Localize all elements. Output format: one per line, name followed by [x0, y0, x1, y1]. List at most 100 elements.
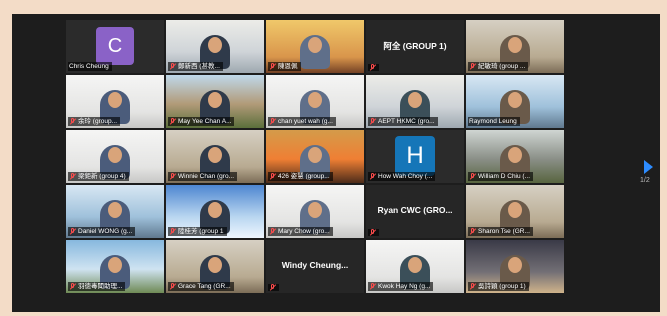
participant-tile[interactable]: Ryan CWC (GRO...: [366, 185, 464, 238]
participant-tile[interactable]: 陳恩佩: [266, 20, 364, 73]
microphone-muted-icon: [369, 229, 376, 236]
participant-name: 紀敏琦 (group ...: [478, 63, 526, 70]
participant-tile[interactable]: H How Wah Choy (...: [366, 130, 464, 183]
microphone-muted-icon: [469, 283, 476, 290]
participant-mute-label: [268, 284, 279, 291]
participant-name-label: 426 姿慧 (group...: [268, 172, 333, 181]
participant-tile[interactable]: 阿全 (GROUP 1): [366, 20, 464, 73]
participant-tile[interactable]: C Chris Cheung: [66, 20, 164, 73]
microphone-muted-icon: [69, 118, 76, 125]
participant-name: 陳恩佩: [278, 63, 298, 70]
participant-name-label: Grace Tang (GR...: [168, 282, 234, 291]
zoom-gallery-window: C Chris Cheung 鄭新西 (甚教... 陳恩佩 阿全 (GROUP 1) 紀敏…: [12, 14, 660, 312]
participant-name: Winnie Chan (gro...: [178, 173, 234, 180]
participant-name: AEPT HKMC (gro...: [378, 118, 435, 125]
person-head: [408, 92, 422, 108]
participant-tile[interactable]: Daniel WONG (g...: [66, 185, 164, 238]
person-head: [308, 92, 322, 108]
microphone-muted-icon: [369, 64, 376, 71]
person-head: [508, 37, 522, 53]
participant-name: Mary Chow (gro...: [278, 228, 330, 235]
participant-tile[interactable]: Winnie Chan (gro...: [166, 130, 264, 183]
participant-name: How Wah Choy (...: [378, 173, 433, 180]
participant-name: 鄭新西 (甚教...: [178, 63, 220, 70]
microphone-muted-icon: [369, 118, 376, 125]
participant-name: William D Chiu (...: [478, 173, 531, 180]
person-head: [108, 202, 122, 218]
participant-tile[interactable]: Mary Chow (gro...: [266, 185, 364, 238]
microphone-muted-icon: [269, 173, 276, 180]
microphone-muted-icon: [69, 283, 76, 290]
microphone-muted-icon: [69, 173, 76, 180]
participant-tile[interactable]: 梁鉅新 (group 4): [66, 130, 164, 183]
participant-mute-label: [368, 64, 379, 71]
participant-name: Chris Cheung: [69, 63, 109, 70]
microphone-muted-icon: [369, 173, 376, 180]
participant-tile[interactable]: Sharon Tse (GR...: [466, 185, 564, 238]
participant-tile[interactable]: 羽徳毒聞助理...: [66, 240, 164, 293]
microphone-muted-icon: [169, 118, 176, 125]
participant-name-label: Sharon Tse (GR...: [468, 227, 533, 236]
person-head: [208, 202, 222, 218]
participant-center-name: 阿全 (GROUP 1): [383, 41, 447, 51]
person-head: [208, 92, 222, 108]
participant-name-label: Chris Cheung: [68, 62, 112, 71]
participant-tile[interactable]: 吳詩穎 (group 1): [466, 240, 564, 293]
participant-name: 梁鉅新 (group 4): [78, 173, 126, 180]
microphone-muted-icon: [369, 283, 376, 290]
participant-tile[interactable]: 鄭新西 (甚教...: [166, 20, 264, 73]
participant-name-label: Kwok Hay Ng (g...: [368, 282, 434, 291]
next-page-arrow-icon[interactable]: [644, 160, 653, 174]
participant-name: Kwok Hay Ng (g...: [378, 283, 431, 290]
person-head: [508, 202, 522, 218]
participant-tile[interactable]: 紀敏琦 (group ...: [466, 20, 564, 73]
participant-tile[interactable]: May Yee Chan A...: [166, 75, 264, 128]
microphone-muted-icon: [469, 63, 476, 70]
participant-name-label: Raymond Leung: [468, 117, 520, 126]
person-head: [508, 257, 522, 273]
participant-name: 陸桂芳 (group 1: [178, 228, 224, 235]
participant-tile[interactable]: 426 姿慧 (group...: [266, 130, 364, 183]
microphone-muted-icon: [269, 284, 276, 291]
person-head: [208, 147, 222, 163]
participant-tile[interactable]: 余玲 (group...: [66, 75, 164, 128]
participant-name-label: William D Chiu (...: [468, 172, 534, 181]
participant-name-label: 陳恩佩: [268, 62, 301, 71]
microphone-muted-icon: [269, 63, 276, 70]
person-head: [508, 147, 522, 163]
participant-name: Grace Tang (GR...: [178, 283, 231, 290]
participant-center-name: Windy Cheung...: [281, 260, 349, 270]
participant-name-label: 鄭新西 (甚教...: [168, 62, 223, 71]
participant-name-label: chan yuet wah (g...: [268, 117, 336, 126]
person-head: [308, 37, 322, 53]
participant-center-name: Ryan CWC (GRO...: [377, 205, 453, 215]
participant-name-label: 羽徳毒聞助理...: [68, 282, 126, 291]
participant-name-label: 吳詩穎 (group 1): [468, 282, 529, 291]
participant-tile[interactable]: William D Chiu (...: [466, 130, 564, 183]
microphone-muted-icon: [469, 173, 476, 180]
participant-mute-label: [368, 229, 379, 236]
participant-name: Sharon Tse (GR...: [478, 228, 530, 235]
participant-name-label: 梁鉅新 (group 4): [68, 172, 129, 181]
participant-tile[interactable]: AEPT HKMC (gro...: [366, 75, 464, 128]
person-head: [508, 92, 522, 108]
participant-tile[interactable]: Windy Cheung...: [266, 240, 364, 293]
participant-name: May Yee Chan A...: [178, 118, 232, 125]
participant-tile[interactable]: Raymond Leung: [466, 75, 564, 128]
person-head: [108, 257, 122, 273]
participant-tile[interactable]: Kwok Hay Ng (g...: [366, 240, 464, 293]
participant-name: 余玲 (group...: [78, 118, 118, 125]
participant-name-label: 余玲 (group...: [68, 117, 121, 126]
microphone-muted-icon: [169, 228, 176, 235]
participant-name-label: 陸桂芳 (group 1: [168, 227, 227, 236]
participant-avatar: C: [96, 27, 134, 65]
participant-name-label: May Yee Chan A...: [168, 117, 235, 126]
microphone-muted-icon: [169, 283, 176, 290]
participant-name-label: Mary Chow (gro...: [268, 227, 333, 236]
participant-name: chan yuet wah (g...: [278, 118, 333, 125]
participant-tile[interactable]: 陸桂芳 (group 1: [166, 185, 264, 238]
participant-tile[interactable]: Grace Tang (GR...: [166, 240, 264, 293]
participant-tile[interactable]: chan yuet wah (g...: [266, 75, 364, 128]
microphone-muted-icon: [169, 173, 176, 180]
participant-name: 426 姿慧 (group...: [278, 173, 330, 180]
